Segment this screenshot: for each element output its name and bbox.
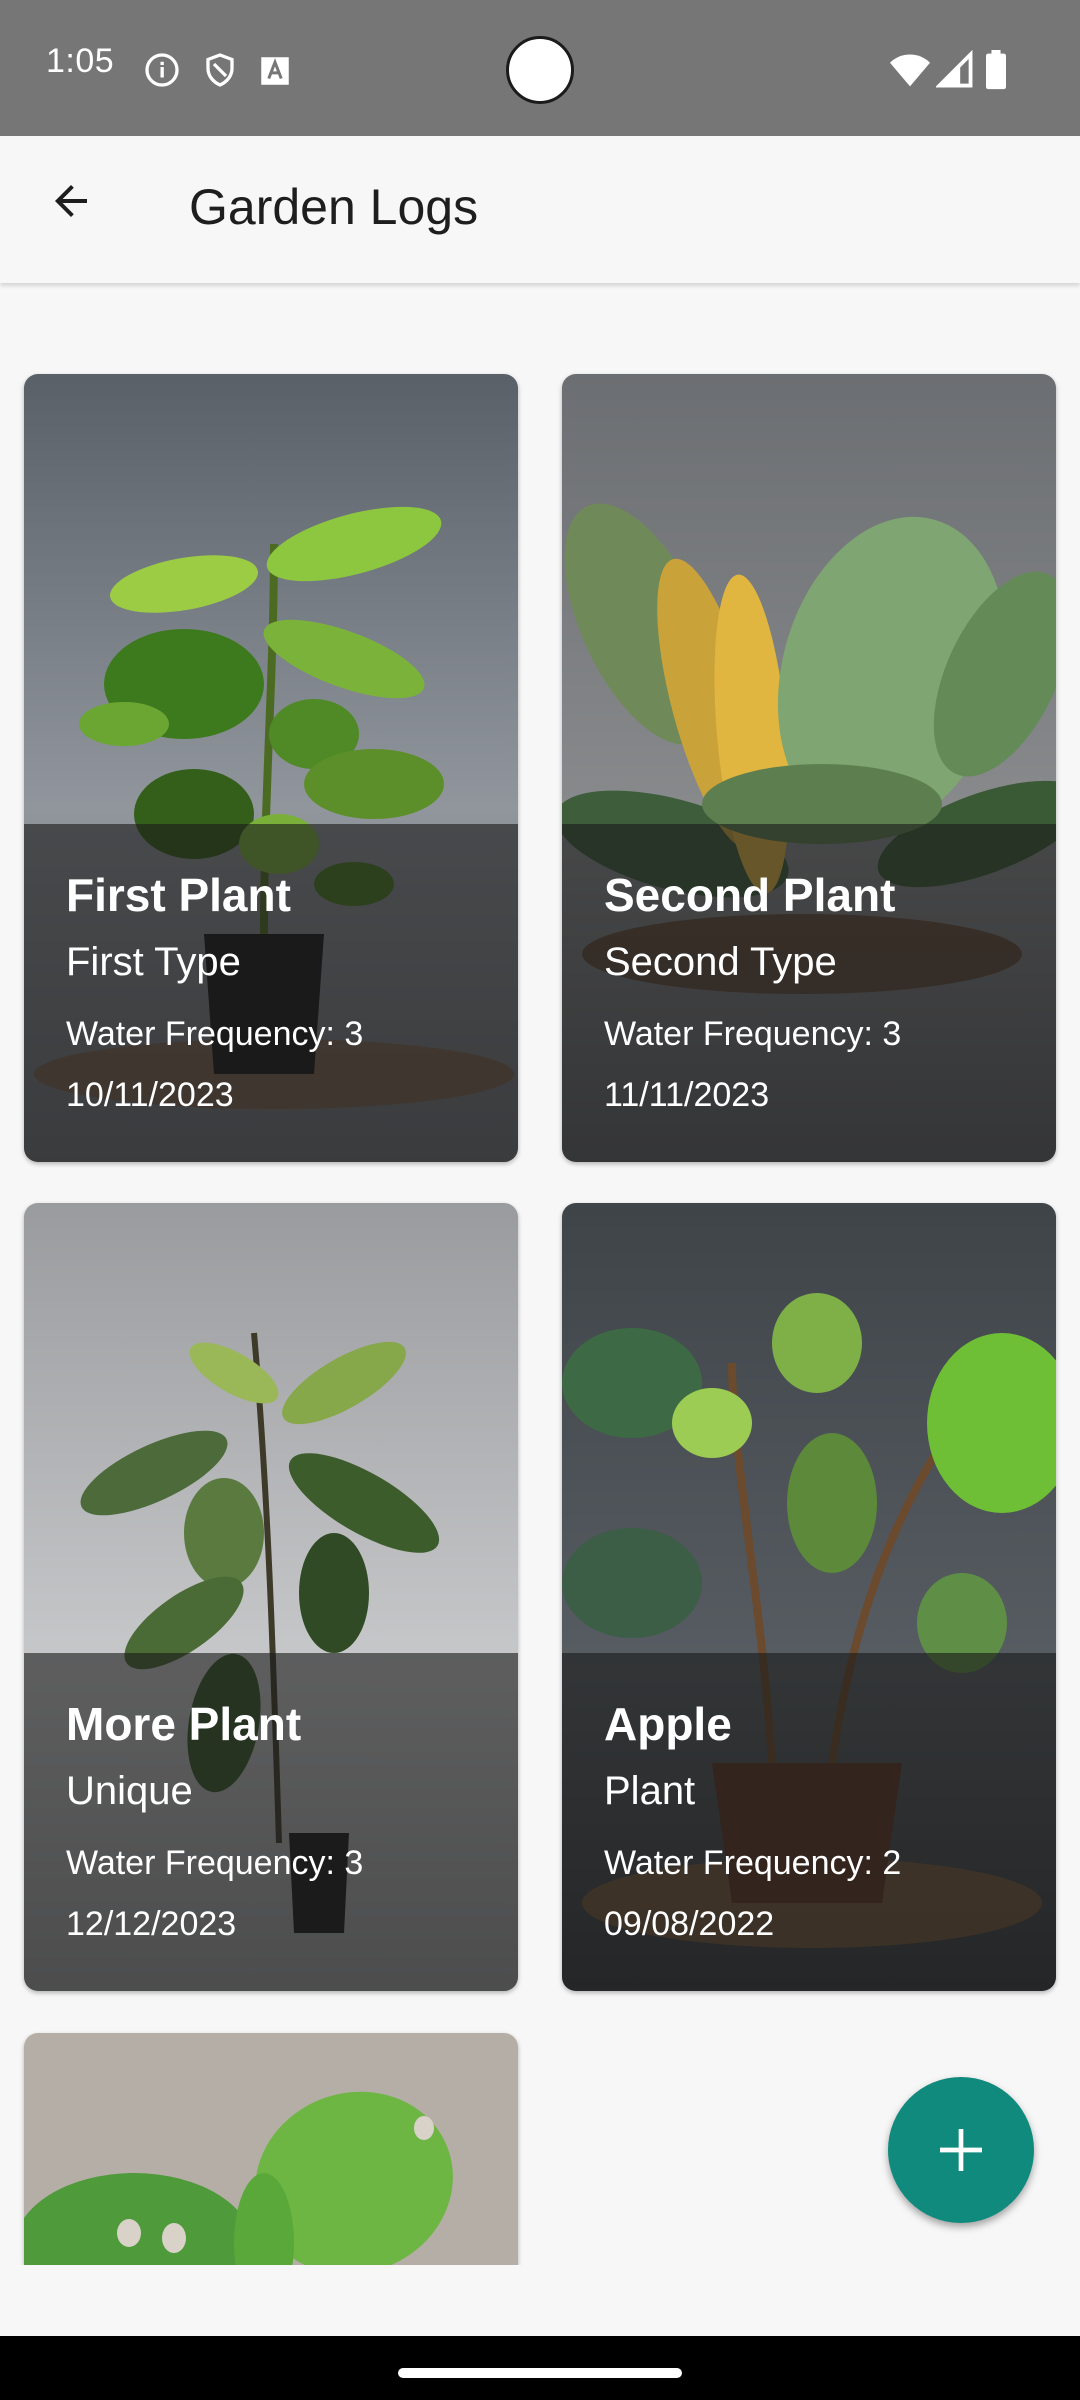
battery-icon — [986, 50, 1006, 90]
status-bar: 1:05 — [0, 0, 1080, 136]
plant-type: Second Type — [604, 940, 837, 984]
plant-type: Unique — [66, 1769, 193, 1813]
wifi-icon — [890, 54, 930, 87]
add-plant-button[interactable] — [888, 2077, 1034, 2223]
plant-name: More Plant — [66, 1698, 302, 1750]
plant-name: Apple — [604, 1698, 732, 1750]
info-icon — [145, 53, 179, 87]
font-icon — [261, 57, 289, 85]
signal-icon — [936, 50, 973, 88]
app-bar: Garden Logs — [0, 136, 1080, 283]
garden-logs-screen: 1:05 Garden Logs First Plant First Type … — [0, 0, 1080, 2400]
plant-card[interactable]: Apple Plant Water Frequency: 2 09/08/202… — [562, 1203, 1056, 1991]
plant-date: 09/08/2022 — [604, 1905, 775, 1943]
plant-date: 10/11/2023 — [66, 1076, 234, 1114]
plant-grid: First Plant First Type Water Frequency: … — [0, 283, 1080, 2265]
plant-name: First Plant — [66, 869, 291, 921]
back-button[interactable] — [36, 166, 106, 236]
page-title: Garden Logs — [189, 179, 479, 235]
plant-card[interactable]: First Plant First Type Water Frequency: … — [24, 374, 518, 1162]
water-frequency: Water Frequency: 2 — [604, 1844, 902, 1882]
navigation-bar — [0, 2336, 1080, 2400]
plant-type: First Type — [66, 940, 241, 984]
plant-card[interactable] — [24, 2033, 518, 2265]
water-frequency: Water Frequency: 3 — [66, 1844, 364, 1882]
plant-name: Second Plant — [604, 869, 896, 921]
plant-date: 11/11/2023 — [604, 1076, 770, 1114]
status-time: 1:05 — [46, 42, 115, 80]
arrow-back-icon — [55, 185, 87, 217]
shield-icon — [206, 53, 234, 87]
plant-type: Plant — [604, 1769, 696, 1813]
plant-card[interactable]: More Plant Unique Water Frequency: 3 12/… — [24, 1203, 518, 1991]
plant-date: 12/12/2023 — [66, 1905, 237, 1943]
home-gesture-handle[interactable] — [398, 2368, 682, 2378]
water-frequency: Water Frequency: 3 — [66, 1015, 364, 1053]
plus-icon — [940, 2129, 982, 2171]
plant-card[interactable]: Second Plant Second Type Water Frequency… — [562, 374, 1056, 1162]
camera-cutout — [506, 36, 574, 104]
plant-image — [24, 2033, 518, 2265]
water-frequency: Water Frequency: 3 — [604, 1015, 902, 1053]
